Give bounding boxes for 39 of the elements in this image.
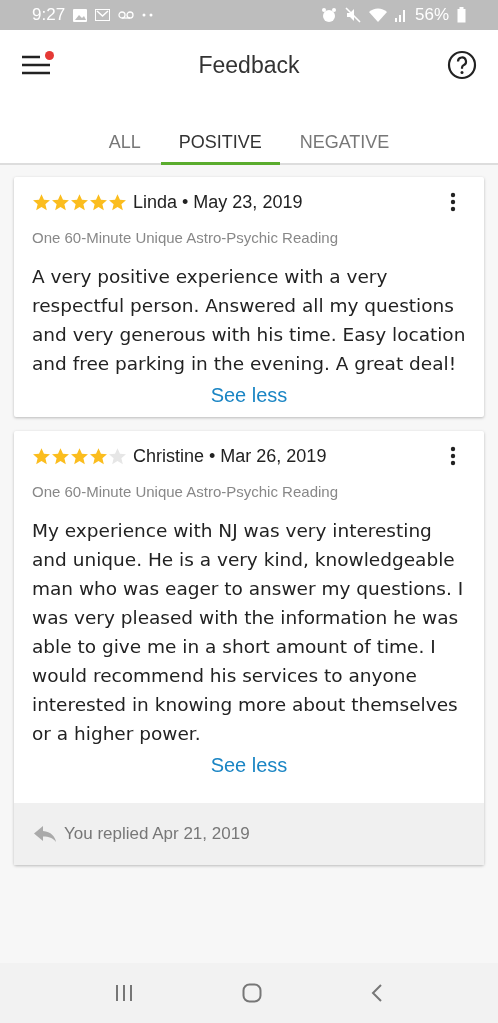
- star-icon: [70, 446, 89, 466]
- star-icon: [51, 446, 70, 466]
- mute-icon: [344, 7, 361, 23]
- star-icon: [108, 192, 127, 212]
- star-icon: [108, 446, 127, 466]
- status-time: 9:27: [32, 5, 66, 25]
- filter-tab[interactable]: NEGATIVE: [281, 100, 408, 165]
- star-icon: [89, 446, 108, 466]
- star-icon: [32, 446, 51, 466]
- star-icon: [70, 192, 89, 212]
- mail-icon: [95, 9, 111, 21]
- star-icon: [51, 192, 70, 212]
- back-icon[interactable]: [371, 983, 384, 1003]
- product-name: One 60-Minute Unique Astro-Psychic Reading: [32, 229, 339, 246]
- page-title: Feedback: [197, 51, 301, 79]
- star-icon: [32, 192, 51, 212]
- battery-icon: [457, 7, 466, 23]
- filter-tab[interactable]: ALL: [90, 100, 159, 165]
- alarm-icon: [320, 7, 337, 23]
- review-text: My experience with NJ was very interesting and unique. He is a very kind, knowledgeable man who was eager to answer my questions. I was very pleased with the information he was able to give me in a short amount of time. I would recommend his services to anyone interested in knowing more about themselves or a higher power.: [32, 519, 465, 746]
- filter-tab[interactable]: POSITIVE: [160, 100, 280, 165]
- recent-apps-icon[interactable]: [114, 984, 133, 1002]
- more-options-icon[interactable]: [450, 192, 456, 212]
- reviewer-byline: Christine • Mar 26, 2019: [133, 445, 328, 467]
- voicemail-icon: [118, 11, 135, 19]
- review-text: A very positive experience with a very respectful person. Answered all my questions and very generous with his time. Easy location and free parking in the evening. A great deal!: [32, 265, 466, 376]
- star-icon: [89, 192, 108, 212]
- product-name: One 60-Minute Unique Astro-Psychic Reading: [32, 483, 339, 500]
- see-less-link[interactable]: See less: [210, 384, 288, 407]
- signal-icon: [394, 8, 407, 22]
- home-icon[interactable]: [242, 983, 262, 1003]
- wifi-icon: [368, 7, 387, 23]
- reply-date: You replied Apr 21, 2019: [64, 824, 250, 844]
- more-options-icon[interactable]: [450, 446, 456, 466]
- image-icon: [73, 8, 88, 22]
- see-less-link[interactable]: See less: [210, 754, 288, 777]
- battery-percent: 56%: [414, 5, 449, 25]
- reply-icon: [34, 826, 56, 842]
- reviewer-byline: Linda • May 23, 2019: [133, 191, 304, 213]
